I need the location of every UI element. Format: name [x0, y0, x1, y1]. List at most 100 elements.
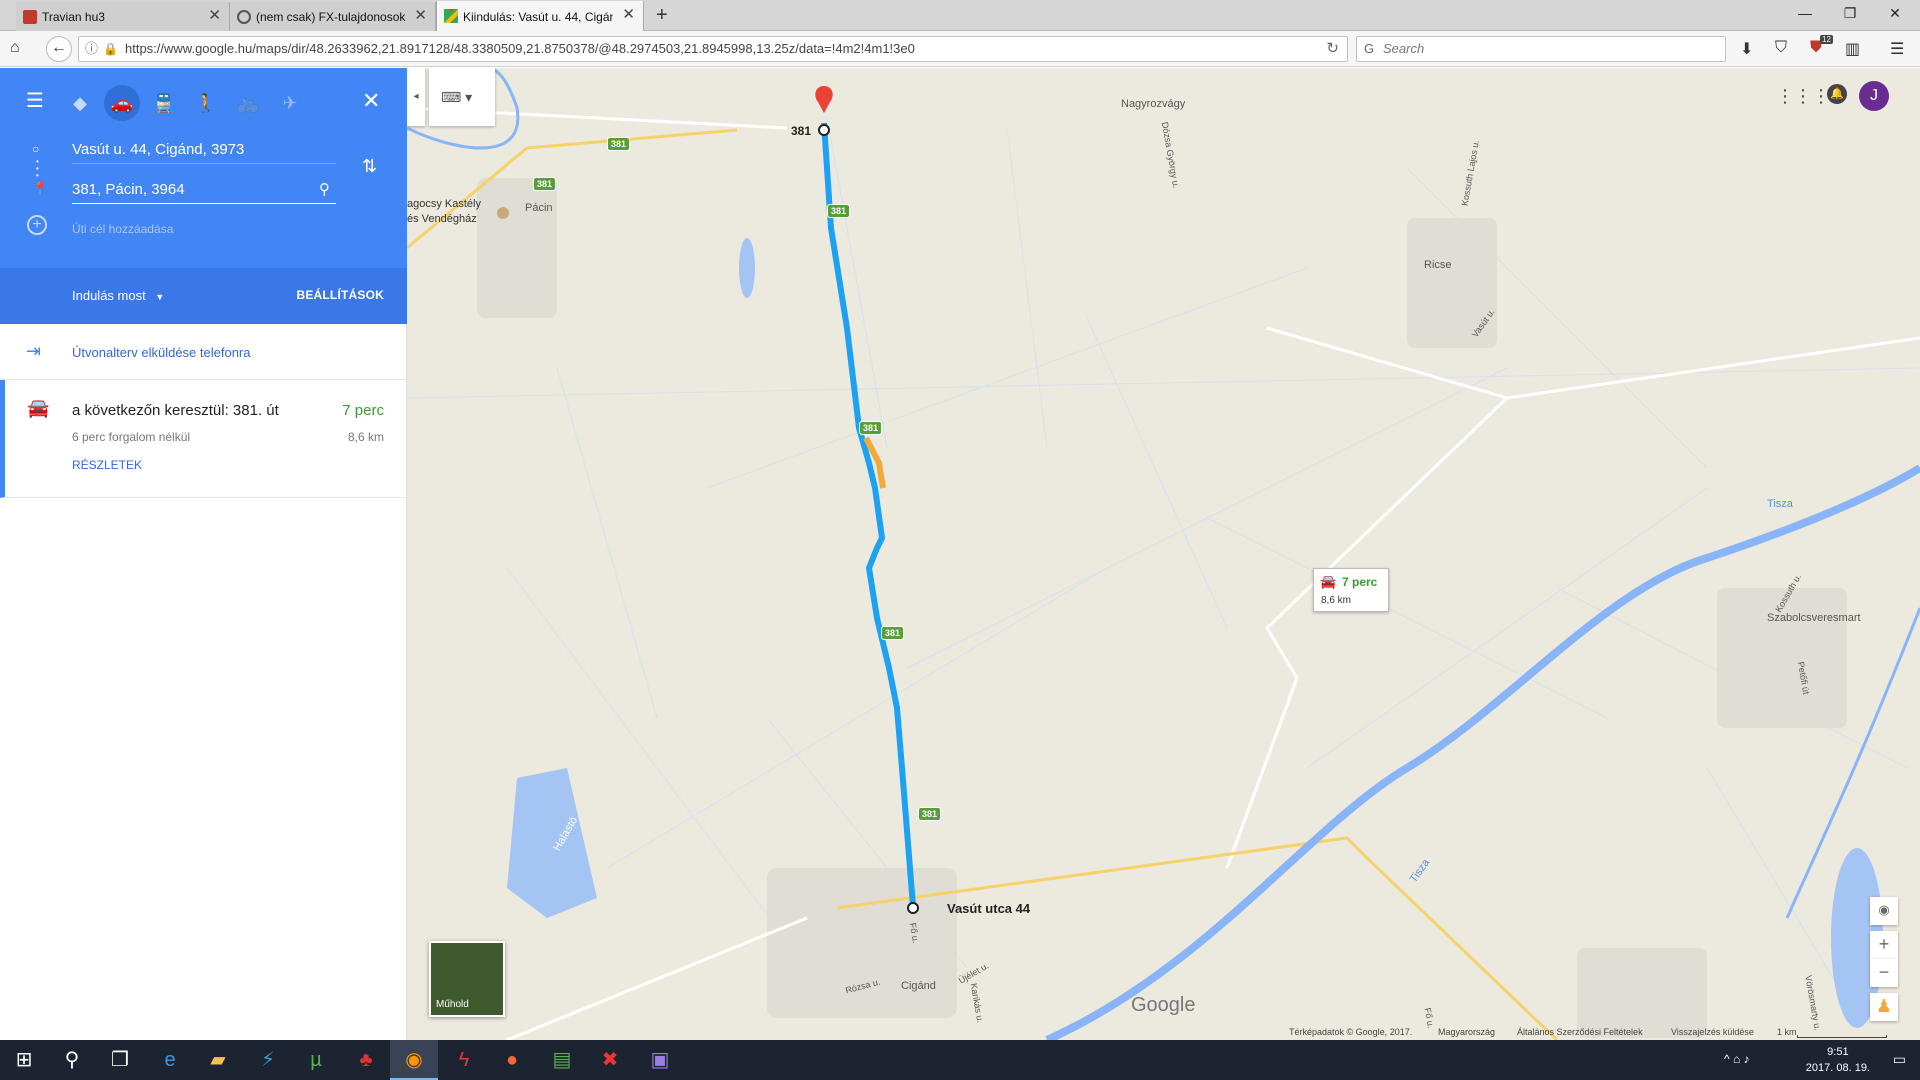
info-icon[interactable]: ⓘ [85, 37, 98, 61]
file-explorer-icon[interactable]: ▰ [194, 1040, 242, 1080]
app-lightning-icon[interactable]: ⚡ [244, 1040, 292, 1080]
input-tools-button[interactable]: ⌨ ▾ [429, 68, 495, 126]
tab-label: (nem csak) FX-tulajdonosok [256, 9, 405, 24]
action-center-icon[interactable]: ▭ [1893, 1051, 1906, 1068]
destination-pin-icon[interactable] [815, 86, 833, 113]
best-mode-icon[interactable]: ◆ [62, 85, 98, 121]
avatar[interactable]: J [1859, 81, 1889, 111]
windows-taskbar: ⊞ ⚲ ❐ e ▰ ⚡ µ ♣ ◉ ϟ ● ▤ ✖ ▣ ^ ⌂ ♪ 9:51 2… [0, 1040, 1920, 1080]
google-logo: Google [1131, 994, 1196, 1016]
windows-start-icon[interactable]: ⊞ [0, 1040, 48, 1080]
system-clock[interactable]: 9:51 2017. 08. 19. [1806, 1044, 1870, 1076]
edge-icon[interactable]: e [146, 1040, 194, 1080]
start-marker[interactable] [818, 124, 830, 136]
address-bar[interactable]: ⓘ 🔒 https://www.google.hu/maps/dir/48.26… [78, 36, 1348, 62]
collapse-panel-button[interactable]: ◂ [407, 68, 425, 126]
app-x-icon[interactable]: ✖ [586, 1040, 634, 1080]
utorrent-icon[interactable]: µ [292, 1040, 340, 1080]
tab-fx-forum[interactable]: (nem csak) FX-tulajdonosok ✕ [230, 2, 436, 31]
close-window-button[interactable]: ✕ [1875, 5, 1915, 22]
pegman-icon[interactable]: ♟ [1870, 993, 1898, 1021]
terms-link[interactable]: Általános Szerződési Feltételek [1517, 1027, 1643, 1037]
close-tab-icon[interactable]: ✕ [414, 8, 427, 23]
lakes [507, 238, 1883, 1028]
route-option[interactable]: 🚘 a következőn keresztül: 381. út 7 perc… [0, 380, 407, 498]
tab-label: Travian hu3 [42, 9, 105, 24]
tab-google-maps[interactable]: Kiindulás: Vasút u. 44, Cigánd ✕ [436, 1, 644, 32]
destination-pin-icon: 📍 [32, 181, 49, 196]
zoom-in-button[interactable]: + [1870, 931, 1898, 959]
satellite-label: Műhold [436, 999, 469, 1010]
search-icon[interactable]: ⚲ [319, 176, 330, 204]
search-icon[interactable]: ⚲ [48, 1040, 96, 1080]
clock-time: 9:51 [1827, 1046, 1849, 1058]
firefox-icon[interactable]: ◉ [390, 1040, 438, 1080]
end-label: Vasút utca 44 [947, 901, 1031, 916]
sidebar-icon[interactable]: ▥ [1845, 39, 1860, 59]
origin-circle-icon: ○ [32, 142, 40, 156]
place-nagyrozvagy: Nagyrozvágy [1121, 98, 1186, 110]
feedback-link[interactable]: Visszajelzés küldése [1671, 1027, 1754, 1037]
hamburger-menu-icon[interactable]: ☰ [26, 88, 44, 113]
app-red-icon[interactable]: ♣ [342, 1040, 390, 1080]
add-destination-icon[interactable]: + [27, 215, 47, 235]
swap-directions-icon[interactable]: ⇅ [362, 156, 377, 177]
send-to-phone-row[interactable]: ⇥ Útvonalterv elküldése telefonra [0, 324, 407, 380]
reload-icon[interactable]: ↻ [1326, 37, 1339, 61]
app-orange-icon[interactable]: ● [488, 1040, 536, 1080]
close-directions-icon[interactable]: ✕ [362, 88, 380, 114]
start-label: 381 [791, 124, 812, 138]
apps-grid-icon[interactable]: ⋮⋮⋮ [1776, 86, 1830, 107]
route-info-popup[interactable]: 🚘 7 perc 8,6 km [1313, 568, 1389, 612]
menu-icon[interactable]: ☰ [1890, 39, 1904, 59]
flight-mode-icon[interactable]: ✈ [272, 85, 308, 121]
origin-input[interactable]: Vasút u. 44, Cigánd, 3973 [72, 136, 336, 164]
app-green-icon[interactable]: ▤ [538, 1040, 586, 1080]
scale-label[interactable]: 1 km [1777, 1027, 1797, 1037]
map-drawing [407, 68, 1920, 1040]
directions-panel: ☰ ◆ 🚗 🚆 🚶 🚲 ✈ ✕ ○ • • • 📍 Vasút u. 44, Cig… [0, 68, 407, 1040]
clock-date: 2017. 08. 19. [1805, 1062, 1870, 1074]
search-input[interactable]: G Search [1356, 36, 1726, 62]
flash-icon[interactable]: ϟ [440, 1040, 488, 1080]
map-copyright: Térképadatok © Google, 2017. [1289, 1027, 1413, 1037]
settings-button[interactable]: BEÁLLÍTÁSOK [296, 288, 384, 302]
road-sign-381: 381 [533, 177, 557, 191]
close-tab-icon[interactable]: ✕ [622, 7, 635, 22]
pocket-icon[interactable]: ⛉ [1775, 39, 1787, 57]
my-location-icon[interactable]: ◉ [1870, 897, 1898, 925]
download-icon[interactable]: ⬇ [1740, 39, 1753, 59]
close-tab-icon[interactable]: ✕ [208, 8, 221, 23]
settlements [477, 178, 1847, 1038]
home-icon[interactable]: ⌂ [10, 39, 20, 57]
maximize-button[interactable]: ❐ [1830, 5, 1870, 22]
back-button[interactable]: ← [46, 36, 72, 62]
map-canvas[interactable]: ◂ ⌨ ▾ 381 381 381 381 381 381 381 Vasút … [407, 68, 1920, 1040]
app-chip-icon[interactable]: ▣ [636, 1040, 684, 1080]
bicycle-mode-icon[interactable]: 🚲 [230, 85, 266, 121]
transit-mode-icon[interactable]: 🚆 [146, 85, 182, 121]
zoom-out-button[interactable]: − [1870, 959, 1898, 987]
destination-input[interactable]: 381, Pácin, 3964 ⚲ [72, 176, 336, 204]
route-line [821, 122, 916, 907]
satellite-toggle[interactable]: Műhold [429, 941, 505, 1017]
new-tab-button[interactable]: + [656, 5, 668, 25]
country-link[interactable]: Magyarország [1438, 1027, 1495, 1037]
car-mode-icon[interactable]: 🚗 [104, 85, 140, 121]
send-to-phone-link[interactable]: Útvonalterv elküldése telefonra [72, 345, 251, 360]
departure-dropdown[interactable]: Indulás most ▼ [72, 288, 164, 303]
landmark-icon[interactable] [497, 207, 509, 219]
end-marker[interactable] [907, 902, 919, 914]
add-destination-label[interactable]: Úti cél hozzáadása [72, 222, 173, 236]
task-view-icon[interactable]: ❐ [96, 1040, 144, 1080]
tab-travian[interactable]: Travian hu3 ✕ [16, 2, 230, 31]
route-details-link[interactable]: RÉSZLETEK [72, 458, 142, 472]
popup-time: 7 perc [1342, 575, 1378, 589]
walking-mode-icon[interactable]: 🚶 [188, 85, 224, 121]
tab-label: Kiindulás: Vasút u. 44, Cigánd [463, 9, 613, 24]
tray-icons[interactable]: ^ ⌂ ♪ [1724, 1052, 1750, 1066]
scale-bar [1797, 1035, 1887, 1038]
minimize-button[interactable]: — [1785, 5, 1825, 21]
field-lines [407, 117, 1920, 1019]
notifications-icon[interactable]: 🔔 [1827, 84, 1847, 104]
